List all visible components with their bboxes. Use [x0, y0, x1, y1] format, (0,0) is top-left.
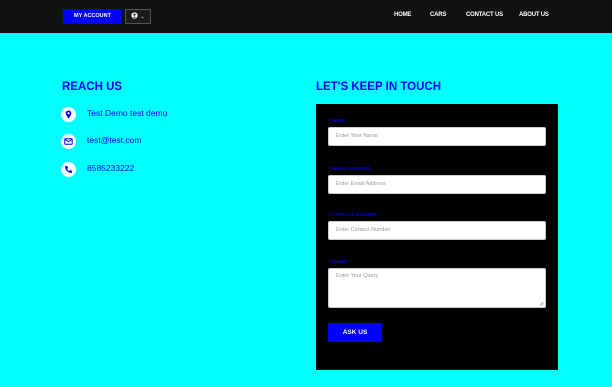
envelope-icon — [64, 138, 73, 145]
map-marker-icon — [65, 110, 72, 119]
name-label: * NAME — [328, 118, 346, 123]
query-placeholder: Enter Your Query — [336, 273, 379, 279]
email-label: * EMAIL ADDRESS — [328, 166, 372, 171]
user-menu-button[interactable]: ⌄ — [125, 9, 151, 24]
nav-about-us[interactable]: ABOUT US — [519, 12, 549, 18]
user-circle-icon — [131, 12, 139, 19]
phone-text[interactable]: 8585233222 — [87, 163, 134, 173]
nav-home[interactable]: HOME — [394, 12, 411, 18]
chevron-down-icon: ⌄ — [140, 14, 145, 20]
keep-in-touch-title: LET'S KEEP IN TOUCH — [316, 81, 441, 93]
top-navbar: MY ACCOUNT ⌄ HOME CARS CONTACT US ABOUT … — [0, 0, 612, 33]
contact-number-label: * CONTACT NUMBER — [328, 212, 377, 217]
my-account-button[interactable]: MY ACCOUNT — [63, 9, 122, 24]
contact-number-input[interactable]: Enter Contact Number — [328, 221, 546, 240]
query-label: * QUERY — [328, 259, 349, 264]
ask-us-button[interactable]: ASK US — [328, 323, 382, 342]
email-input[interactable]: Enter Email Address — [328, 175, 546, 194]
name-input[interactable]: Enter Your Name — [328, 127, 546, 146]
nav-cars[interactable]: CARS — [430, 12, 446, 18]
query-textarea[interactable]: Enter Your Query — [328, 268, 546, 308]
reach-us-title: REACH US — [62, 81, 123, 93]
resize-grip-icon[interactable] — [539, 301, 544, 306]
nav-contact-us[interactable]: CONTACT US — [466, 12, 503, 18]
phone-icon — [65, 166, 72, 173]
email-text[interactable]: test@test.com — [87, 135, 141, 145]
address-text: Test Demo test demo — [87, 108, 168, 118]
contact-form: * NAME Enter Your Name * EMAIL ADDRESS E… — [316, 104, 558, 370]
